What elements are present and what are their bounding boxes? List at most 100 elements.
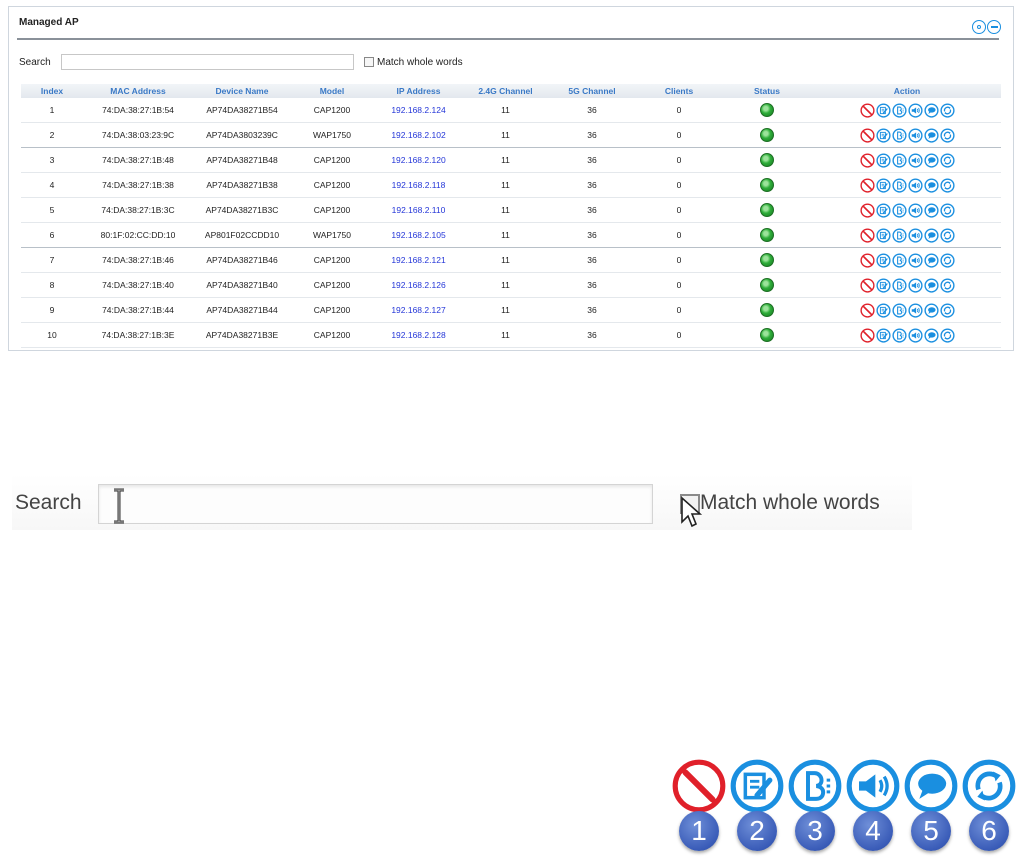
chat-icon[interactable]: [923, 177, 939, 193]
refresh-icon[interactable]: [939, 252, 955, 268]
volume-icon[interactable]: [907, 227, 923, 243]
refresh-icon[interactable]: [939, 102, 955, 118]
block-icon[interactable]: [859, 177, 875, 193]
header-clients[interactable]: Clients: [637, 86, 721, 96]
refresh-icon[interactable]: [939, 152, 955, 168]
bandsteering-icon[interactable]: [891, 127, 907, 143]
block-icon[interactable]: [859, 252, 875, 268]
status-online-icon: [760, 203, 774, 217]
zoom-search-input[interactable]: [98, 484, 653, 524]
legend-number-1: 1: [679, 811, 719, 851]
ip-address-link[interactable]: 192.168.2.121: [373, 255, 464, 265]
edit-icon[interactable]: [875, 202, 891, 218]
refresh-icon[interactable]: [939, 302, 955, 318]
ip-address-link[interactable]: 192.168.2.120: [373, 155, 464, 165]
chat-icon[interactable]: [923, 102, 939, 118]
volume-icon[interactable]: [907, 302, 923, 318]
header-24g-channel[interactable]: 2.4G Channel: [464, 86, 547, 96]
managed-ap-panel: Managed AP Search Match whole words Inde…: [8, 6, 1014, 351]
edit-icon[interactable]: [875, 252, 891, 268]
text-cursor-icon: [114, 488, 124, 524]
match-whole-words-checkbox[interactable]: [364, 57, 374, 67]
header-index[interactable]: Index: [21, 86, 83, 96]
header-status[interactable]: Status: [721, 86, 813, 96]
bandsteering-icon[interactable]: [891, 277, 907, 293]
chat-icon[interactable]: [923, 227, 939, 243]
edit-icon[interactable]: [875, 152, 891, 168]
edit-icon[interactable]: [875, 302, 891, 318]
ip-address-link[interactable]: 192.168.2.118: [373, 180, 464, 190]
settings-icon[interactable]: [972, 20, 986, 34]
ip-address-link[interactable]: 192.168.2.127: [373, 305, 464, 315]
bandsteering-icon[interactable]: [891, 102, 907, 118]
edit-icon[interactable]: [875, 327, 891, 343]
match-whole-words-option[interactable]: Match whole words: [364, 57, 463, 68]
bandsteering-icon[interactable]: [891, 202, 907, 218]
panel-controls: [972, 20, 1001, 34]
chat-icon[interactable]: [923, 202, 939, 218]
ip-address-link[interactable]: 192.168.2.126: [373, 280, 464, 290]
bandsteering-icon[interactable]: [891, 227, 907, 243]
refresh-icon[interactable]: [939, 277, 955, 293]
index-cell: 10: [47, 330, 57, 340]
header-device-name[interactable]: Device Name: [193, 86, 291, 96]
bandsteering-icon[interactable]: [891, 302, 907, 318]
chat-icon[interactable]: [923, 302, 939, 318]
header-5g-channel[interactable]: 5G Channel: [547, 86, 637, 96]
header-ip[interactable]: IP Address: [373, 86, 464, 96]
refresh-icon[interactable]: [939, 327, 955, 343]
device-name-cell: AP74DA38271B44: [206, 305, 278, 315]
edit-icon[interactable]: [875, 102, 891, 118]
mac-cell: 80:1F:02:CC:DD:10: [100, 230, 176, 240]
header-model[interactable]: Model: [291, 86, 373, 96]
refresh-icon[interactable]: [939, 227, 955, 243]
edit-icon[interactable]: [875, 127, 891, 143]
legend-number-3: 3: [795, 811, 835, 851]
channel-5g-cell: 36: [587, 180, 597, 190]
block-icon[interactable]: [859, 202, 875, 218]
block-icon[interactable]: [859, 302, 875, 318]
volume-icon[interactable]: [907, 177, 923, 193]
refresh-icon[interactable]: [939, 127, 955, 143]
block-icon[interactable]: [859, 327, 875, 343]
chat-icon[interactable]: [923, 152, 939, 168]
refresh-icon[interactable]: [939, 202, 955, 218]
status-cell: [721, 253, 813, 267]
ip-address-link[interactable]: 192.168.2.128: [373, 330, 464, 340]
volume-icon[interactable]: [907, 102, 923, 118]
ip-address-link[interactable]: 192.168.2.124: [373, 105, 464, 115]
block-icon[interactable]: [859, 127, 875, 143]
volume-icon[interactable]: [907, 202, 923, 218]
bandsteering-icon[interactable]: [891, 177, 907, 193]
block-icon[interactable]: [859, 152, 875, 168]
index-cell: 7: [49, 255, 55, 265]
chat-icon[interactable]: [923, 327, 939, 343]
edit-icon[interactable]: [875, 177, 891, 193]
chat-icon[interactable]: [923, 277, 939, 293]
edit-icon[interactable]: [875, 277, 891, 293]
bandsteering-icon[interactable]: [891, 327, 907, 343]
block-icon[interactable]: [859, 102, 875, 118]
volume-icon[interactable]: [907, 152, 923, 168]
model-cell: CAP1200: [313, 105, 351, 115]
volume-icon[interactable]: [907, 327, 923, 343]
bandsteering-icon[interactable]: [891, 252, 907, 268]
channel-5g-cell: 36: [587, 155, 597, 165]
block-icon[interactable]: [859, 277, 875, 293]
block-icon[interactable]: [859, 227, 875, 243]
volume-icon[interactable]: [907, 127, 923, 143]
collapse-icon[interactable]: [987, 20, 1001, 34]
channel-5g-cell: 36: [587, 305, 597, 315]
header-mac[interactable]: MAC Address: [83, 86, 193, 96]
volume-icon[interactable]: [907, 277, 923, 293]
ip-address-link[interactable]: 192.168.2.105: [373, 230, 464, 240]
volume-icon[interactable]: [907, 252, 923, 268]
ip-address-link[interactable]: 192.168.2.110: [373, 205, 464, 215]
search-input[interactable]: [61, 54, 354, 70]
bandsteering-icon[interactable]: [891, 152, 907, 168]
ip-address-link[interactable]: 192.168.2.102: [373, 130, 464, 140]
refresh-icon[interactable]: [939, 177, 955, 193]
chat-icon[interactable]: [923, 252, 939, 268]
edit-icon[interactable]: [875, 227, 891, 243]
chat-icon[interactable]: [923, 127, 939, 143]
